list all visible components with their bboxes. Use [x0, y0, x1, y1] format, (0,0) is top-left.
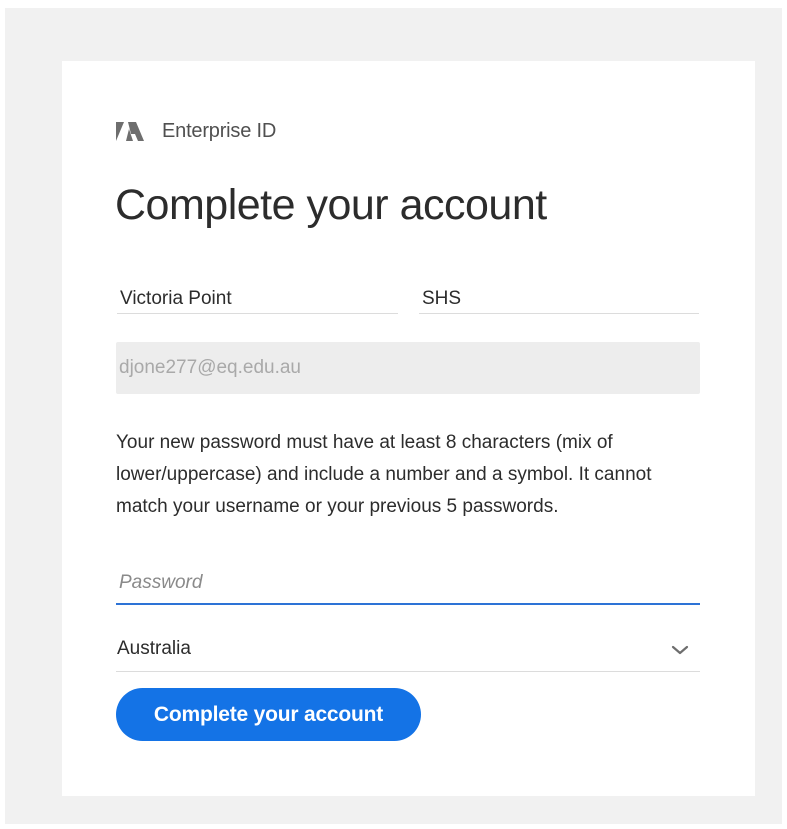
last-name-field-wrapper: [419, 285, 705, 314]
password-requirements-text: Your new password must have at least 8 c…: [116, 432, 652, 517]
adobe-logo-icon: [116, 122, 144, 141]
password-field-wrapper: [116, 563, 706, 605]
account-card: Enterprise ID Complete your account Your…: [62, 61, 755, 796]
brand-header: Enterprise ID: [116, 119, 276, 143]
country-value: Australia: [117, 638, 191, 659]
email-field: [116, 342, 706, 394]
brand-name: Enterprise ID: [162, 119, 277, 142]
complete-account-button[interactable]: Complete your account: [116, 688, 421, 741]
chevron-down-icon: [671, 645, 689, 655]
password-field[interactable]: [116, 563, 706, 603]
email-field-wrapper: [116, 342, 706, 394]
country-select[interactable]: Australia: [116, 629, 700, 672]
page-background: Enterprise ID Complete your account Your…: [5, 8, 782, 824]
first-name-field[interactable]: [117, 285, 404, 313]
page-title: Complete your account: [115, 181, 547, 229]
last-name-field[interactable]: [419, 285, 705, 313]
first-name-field-wrapper: [117, 285, 404, 314]
